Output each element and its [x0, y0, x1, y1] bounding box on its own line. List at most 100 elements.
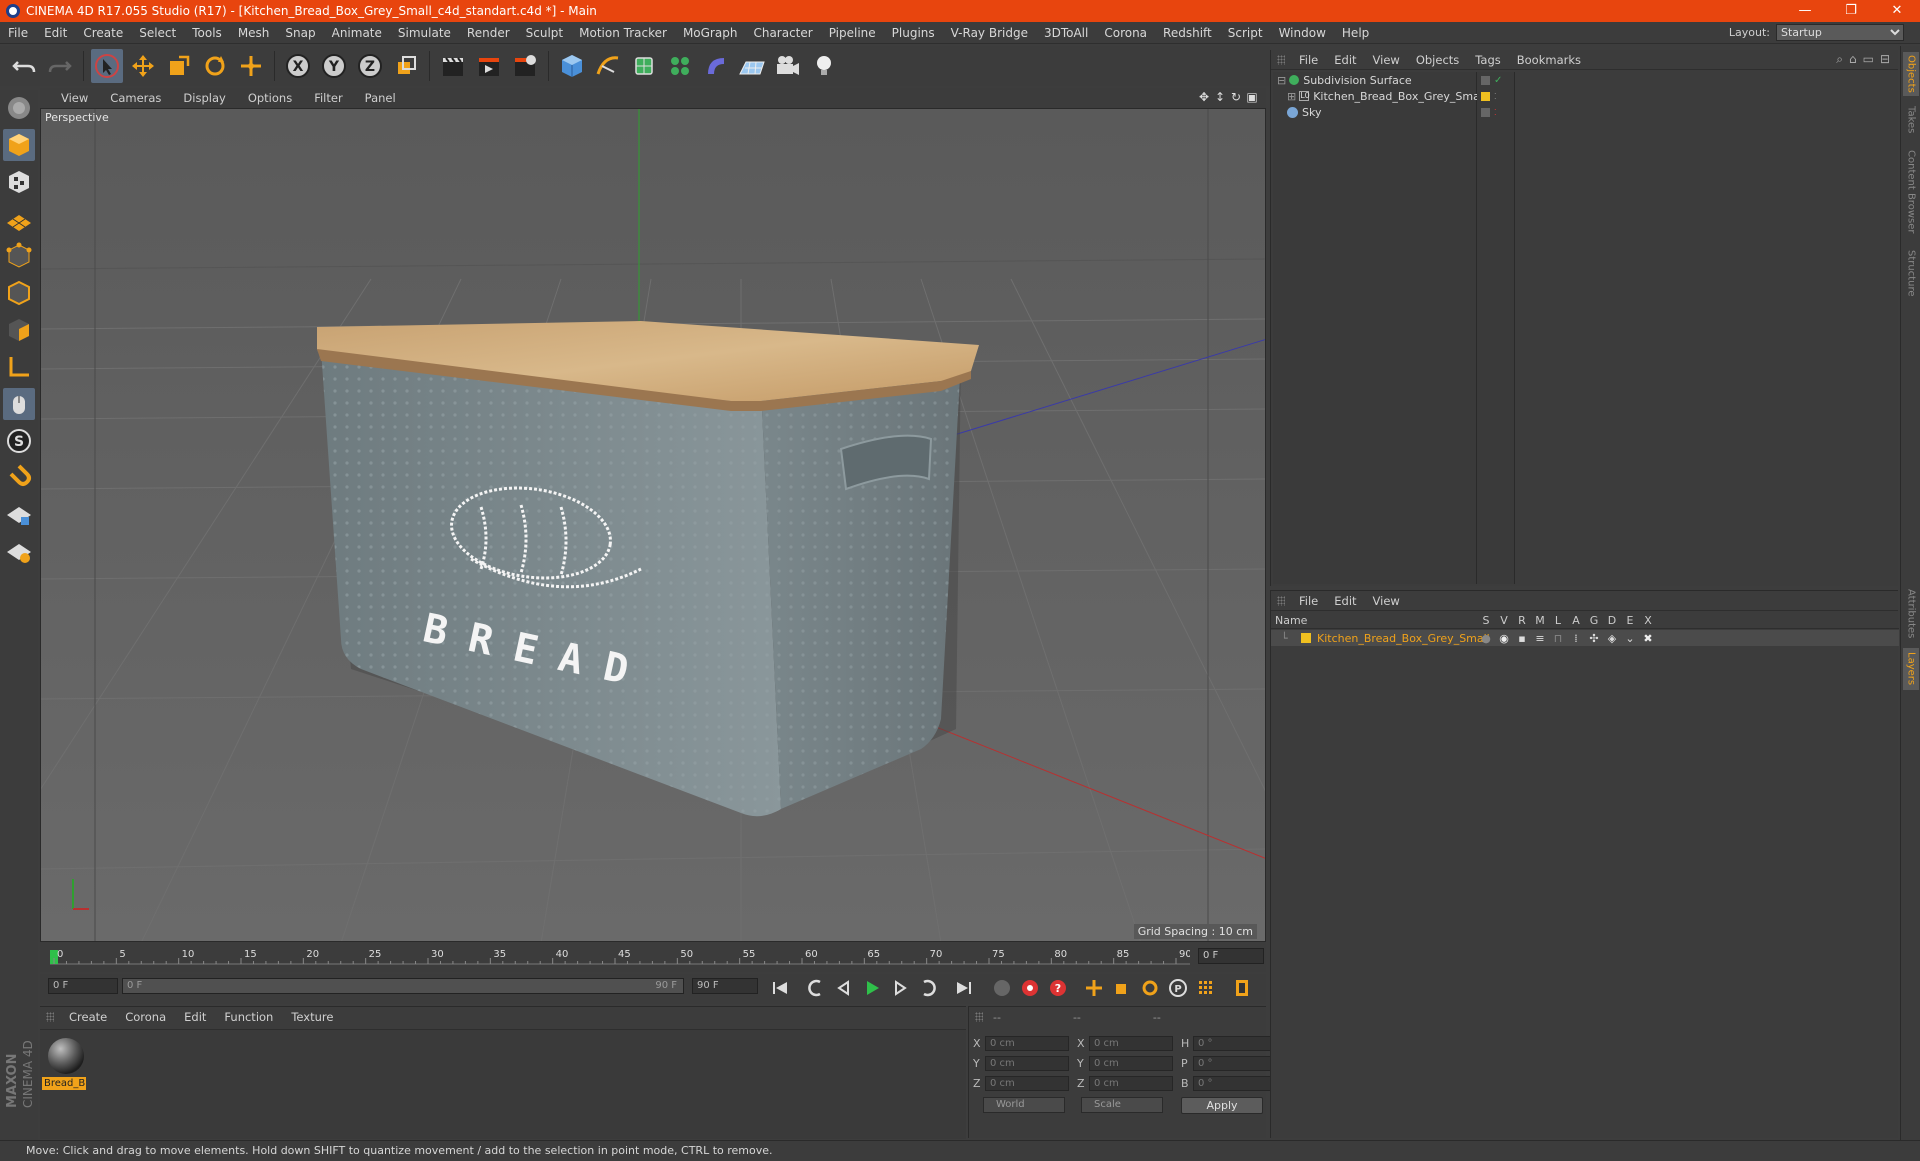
coords-pos-x-field[interactable]: 0 cm: [985, 1035, 1069, 1051]
tab-structure[interactable]: Structure: [1903, 246, 1919, 300]
search-icon[interactable]: ⌕: [1836, 52, 1843, 67]
key-scale-button[interactable]: [1110, 976, 1134, 1000]
minimize-button[interactable]: —: [1782, 0, 1828, 22]
workplane-mode-button[interactable]: [3, 203, 35, 235]
visibility-dots-icon[interactable]: ⁚: [1494, 92, 1497, 101]
menu-sculpt[interactable]: Sculpt: [518, 26, 571, 40]
render-settings-button[interactable]: [509, 49, 541, 83]
timeline-ruler[interactable]: 0 5 10 15 20 25 30 35 40 45 50 55 60 65 70 75 80 85 90: [50, 946, 1190, 968]
select-tool-button[interactable]: [91, 49, 123, 83]
end-frame-field[interactable]: 90 F: [692, 978, 758, 994]
apply-button[interactable]: Apply: [1181, 1097, 1263, 1114]
coords-size-z-field[interactable]: 0 cm: [1089, 1075, 1173, 1091]
go-to-start-button[interactable]: [768, 976, 792, 1000]
menu-mesh[interactable]: Mesh: [230, 26, 278, 40]
layer-toggle-icon[interactable]: [1481, 75, 1490, 85]
scale-tool-button[interactable]: [163, 49, 195, 83]
coords-pos-y-field[interactable]: 0 cm: [985, 1055, 1069, 1071]
layer-name[interactable]: Kitchen_Bread_Box_Grey_Small: [1317, 632, 1490, 645]
expand-icon[interactable]: ⊟: [1880, 52, 1890, 67]
tab-objects[interactable]: Objects: [1903, 52, 1919, 96]
orbit-icon[interactable]: ↻: [1230, 90, 1242, 104]
menu-motion-tracker[interactable]: Motion Tracker: [571, 26, 675, 40]
redo-button[interactable]: [44, 49, 76, 83]
menu-create[interactable]: Create: [75, 26, 131, 40]
tweak-mode-button[interactable]: [3, 388, 35, 420]
rotate-tool-button[interactable]: [199, 49, 231, 83]
layer-expression-icon[interactable]: ⌄: [1621, 632, 1639, 645]
floor-button[interactable]: [736, 49, 768, 83]
coordinate-system-button[interactable]: [390, 49, 422, 83]
menu-simulate[interactable]: Simulate: [390, 26, 459, 40]
current-frame-field[interactable]: 0 F: [1198, 948, 1264, 964]
object-row-bread-box[interactable]: ⊞ L0 Kitchen_Bread_Box_Grey_Small: [1273, 88, 1486, 104]
viewport-menu-options[interactable]: Options: [237, 91, 303, 105]
objects-menu-view[interactable]: View: [1365, 53, 1408, 67]
next-key-button[interactable]: [916, 976, 940, 1000]
material-preview-ball[interactable]: [44, 1036, 88, 1076]
maximize-view-icon[interactable]: ▣: [1246, 90, 1258, 104]
play-button[interactable]: [860, 976, 884, 1000]
menu-render[interactable]: Render: [459, 26, 518, 40]
deformer-button[interactable]: [700, 49, 732, 83]
3d-viewport[interactable]: BREAD Perspective Grid Spacing : 10 cm: [40, 108, 1266, 942]
menu-3dtoall[interactable]: 3DToAll: [1036, 26, 1096, 40]
edges-mode-button[interactable]: [3, 277, 35, 309]
y-axis-button[interactable]: Y: [318, 49, 350, 83]
material-menu-texture[interactable]: Texture: [282, 1010, 342, 1024]
timeline[interactable]: 0 5 10 15 20 25 30 35 40 45 50 55 60 65 70 75 80 85 90 0 F: [40, 944, 1266, 972]
key-position-button[interactable]: [1082, 976, 1106, 1000]
start-frame-field[interactable]: 0 F: [48, 978, 118, 994]
coordinate-mode-dropdown[interactable]: Scale: [1081, 1097, 1163, 1113]
points-mode-button[interactable]: [3, 240, 35, 272]
objects-menu-tags[interactable]: Tags: [1467, 53, 1508, 67]
auto-key-button[interactable]: ?: [1046, 976, 1070, 1000]
material-name-label[interactable]: Bread_B: [42, 1077, 86, 1090]
visibility-dots-icon[interactable]: ⁚: [1494, 108, 1497, 117]
menu-edit[interactable]: Edit: [36, 26, 75, 40]
model-mode-button[interactable]: [3, 129, 35, 161]
go-to-end-button[interactable]: [952, 976, 976, 1000]
menu-animate[interactable]: Animate: [324, 26, 390, 40]
object-row-subdivision[interactable]: ⊟ Subdivision Surface: [1273, 72, 1476, 88]
menu-tools[interactable]: Tools: [184, 26, 230, 40]
z-axis-button[interactable]: Z: [354, 49, 386, 83]
layers-menu-file[interactable]: File: [1291, 594, 1326, 608]
next-frame-button[interactable]: [888, 976, 912, 1000]
menu-script[interactable]: Script: [1220, 26, 1271, 40]
light-button[interactable]: [808, 49, 840, 83]
pan-icon[interactable]: ✥: [1198, 90, 1210, 104]
collapse-icon[interactable]: ⊟: [1277, 74, 1286, 87]
coords-rot-b-field[interactable]: 0 °: [1193, 1075, 1271, 1091]
make-editable-button[interactable]: [3, 92, 35, 124]
layer-deformer-icon[interactable]: ◈: [1603, 632, 1621, 645]
coords-pos-z-field[interactable]: 0 cm: [985, 1075, 1069, 1091]
layer-view-icon[interactable]: ◉: [1495, 632, 1513, 645]
tab-content-browser[interactable]: Content Browser: [1903, 144, 1919, 240]
axis-mode-button[interactable]: [3, 351, 35, 383]
polygons-mode-button[interactable]: [3, 314, 35, 346]
menu-vray-bridge[interactable]: V-Ray Bridge: [943, 26, 1036, 40]
menu-snap[interactable]: Snap: [277, 26, 323, 40]
layout-select[interactable]: Startup: [1776, 24, 1904, 41]
texture-mode-button[interactable]: [3, 166, 35, 198]
layer-render-icon[interactable]: ▪: [1513, 632, 1531, 645]
menu-help[interactable]: Help: [1334, 26, 1377, 40]
objects-menu-bookmarks[interactable]: Bookmarks: [1509, 53, 1589, 67]
key-rotation-button[interactable]: [1138, 976, 1162, 1000]
cloner-button[interactable]: [664, 49, 696, 83]
snap-button[interactable]: S: [3, 425, 35, 457]
menu-character[interactable]: Character: [745, 26, 820, 40]
maximize-button[interactable]: ❐: [1828, 0, 1874, 22]
layer-generator-icon[interactable]: ✣: [1585, 632, 1603, 645]
objects-menu-objects[interactable]: Objects: [1408, 53, 1467, 67]
layer-manager-icon[interactable]: ≡: [1531, 632, 1549, 645]
menu-select[interactable]: Select: [131, 26, 184, 40]
menu-window[interactable]: Window: [1271, 26, 1334, 40]
magnet-button[interactable]: [3, 462, 35, 494]
expand-icon[interactable]: ⊞: [1287, 90, 1296, 103]
coords-size-x-field[interactable]: 0 cm: [1089, 1035, 1173, 1051]
layer-animation-icon[interactable]: ⁞: [1567, 632, 1585, 645]
viewport-menu-cameras[interactable]: Cameras: [99, 91, 172, 105]
close-button[interactable]: ✕: [1874, 0, 1920, 22]
